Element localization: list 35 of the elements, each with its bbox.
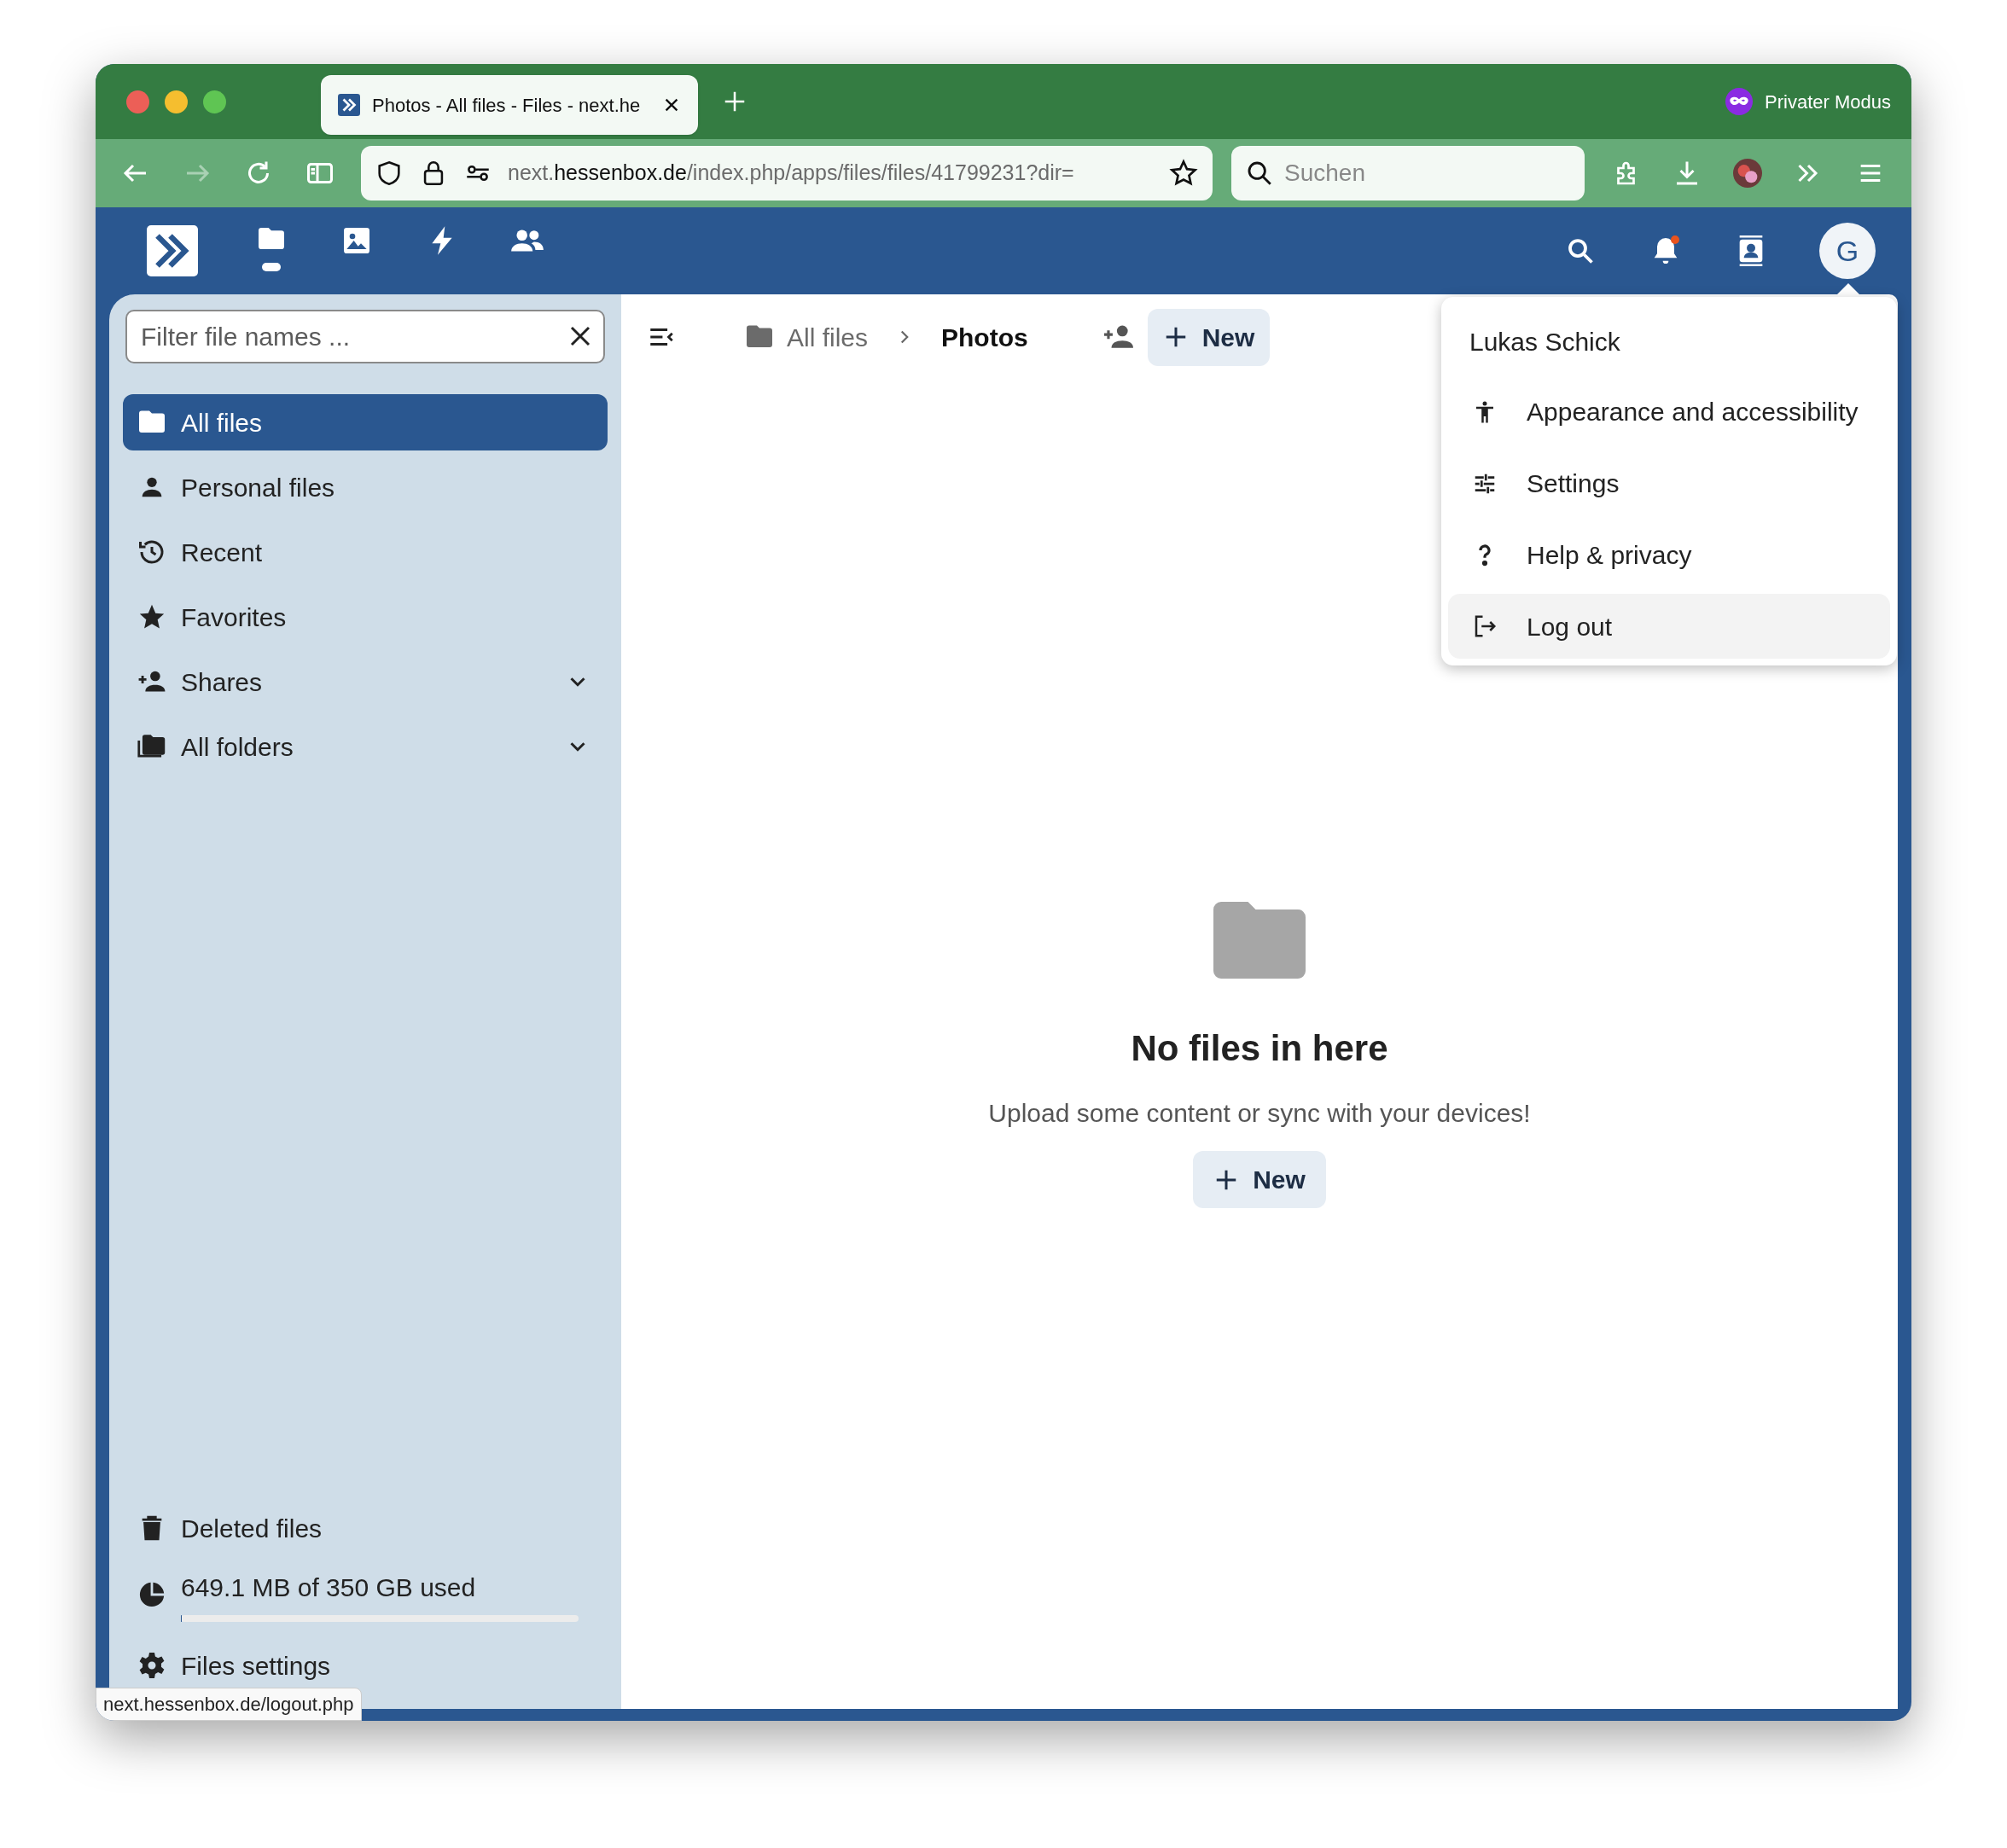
menu-item[interactable]: Log out xyxy=(1448,594,1890,659)
logo-icon[interactable] xyxy=(147,225,198,276)
breadcrumb-link[interactable]: Photos xyxy=(941,317,1028,357)
sidebar-item[interactable]: All folders xyxy=(123,718,608,775)
menu-item[interactable]: Help & privacy xyxy=(1448,522,1890,588)
empty-state-text: Upload some content or sync with your devices! xyxy=(988,1098,1531,1129)
url-text: next.hessenbox.de/index.php/apps/files/files/41799231?dir= xyxy=(508,160,1075,187)
address-bar[interactable]: next.hessenbox.de/index.php/apps/files/files/41799231?dir= xyxy=(361,146,1213,200)
storage-usage-text: 649.1 MB of 350 GB used xyxy=(181,1572,477,1603)
search-field[interactable]: Suchen xyxy=(1231,146,1585,200)
private-mode-label: Privater Modus xyxy=(1765,90,1891,114)
menu-item[interactable]: Appearance and accessibility xyxy=(1448,380,1890,445)
sidebar-item[interactable]: Personal files xyxy=(123,459,608,515)
new-button[interactable]: New xyxy=(1193,1151,1326,1208)
sidebar-item[interactable]: Favorites xyxy=(123,589,608,645)
files-settings-item[interactable]: Files settings xyxy=(123,1644,608,1687)
avatar-button[interactable]: G xyxy=(1819,223,1876,279)
breadcrumb-link[interactable]: All files xyxy=(744,317,869,357)
empty-state-title: No files in here xyxy=(1131,1027,1388,1070)
minimize-window-button[interactable] xyxy=(165,90,188,113)
favicon-icon xyxy=(338,94,360,116)
user-name: Lukas Schick xyxy=(1469,327,1621,357)
new-button[interactable]: New xyxy=(1147,308,1271,366)
mask-icon xyxy=(1725,88,1754,115)
filter-field[interactable]: Filter file names ... xyxy=(125,310,605,363)
sidebar-item[interactable]: Shares xyxy=(123,654,608,710)
status-tooltip: next.hessenbox.de/logout.php xyxy=(96,1688,362,1721)
tab-title: Photos - All files - Files - next.he xyxy=(372,93,642,118)
avatar-icon[interactable] xyxy=(1733,159,1762,188)
folder-icon xyxy=(1213,902,1306,979)
deleted-files-item[interactable]: Deleted files xyxy=(123,1500,608,1556)
browser-tab[interactable]: Photos - All files - Files - next.he xyxy=(321,75,698,135)
sidebar-item[interactable]: Recent xyxy=(123,524,608,580)
menu-item[interactable]: Settings xyxy=(1448,450,1890,516)
sidebar-item[interactable]: All files xyxy=(123,394,608,450)
